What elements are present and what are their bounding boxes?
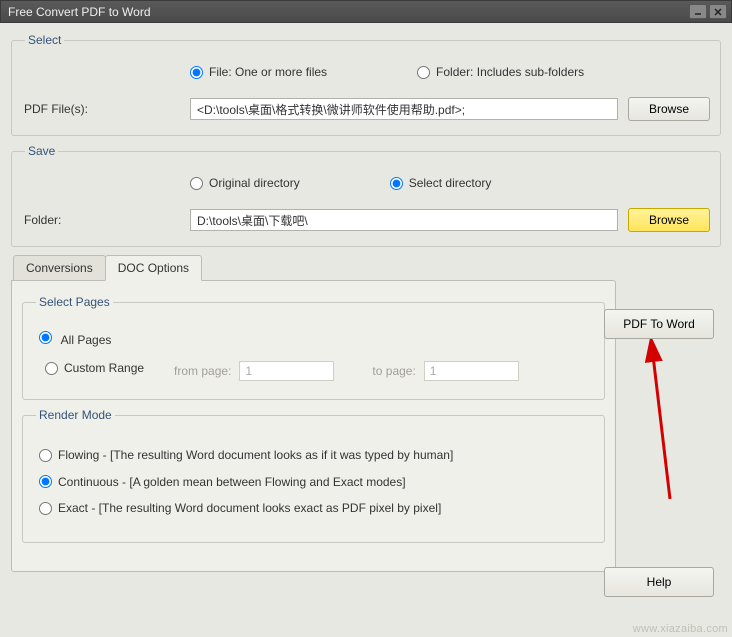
pdf-to-word-button[interactable]: PDF To Word (604, 309, 714, 339)
radio-exact[interactable]: Exact - [The resulting Word document loo… (39, 501, 441, 515)
titlebar: Free Convert PDF to Word (0, 0, 732, 23)
page-range-inputs: from page: to page: (174, 361, 519, 381)
browse-folder-button[interactable]: Browse (628, 208, 710, 232)
render-mode-legend: Render Mode (36, 408, 115, 422)
radio-original-input[interactable] (190, 177, 203, 190)
radio-file-input[interactable] (190, 66, 203, 79)
window-body: Select File: One or more files Folder: I… (0, 23, 732, 637)
browse-file-button[interactable]: Browse (628, 97, 710, 121)
radio-custom-range-label: Custom Range (64, 361, 144, 375)
radio-file-label: File: One or more files (209, 65, 327, 79)
minimize-button[interactable] (689, 4, 707, 19)
radio-continuous-label: Continuous - [A golden mean between Flow… (58, 475, 406, 489)
tab-doc-options[interactable]: DOC Options (105, 255, 202, 281)
radio-exact-label: Exact - [The resulting Word document loo… (58, 501, 441, 515)
folder-input[interactable] (190, 209, 618, 231)
pdf-file-label: PDF File(s): (22, 102, 190, 116)
pdf-file-row: PDF File(s): Browse (22, 97, 710, 121)
radio-all-pages-label: All Pages (61, 333, 112, 347)
help-button-wrap: Help (604, 567, 714, 597)
close-icon (713, 7, 723, 17)
radio-continuous-input[interactable] (39, 475, 52, 488)
radio-flowing-label: Flowing - [The resulting Word document l… (58, 448, 453, 462)
radio-original-label: Original directory (209, 176, 300, 190)
radio-file[interactable]: File: One or more files (190, 65, 327, 79)
tab-strip: Conversions DOC Options (11, 255, 721, 280)
render-mode-group: Render Mode Flowing - [The resulting Wor… (22, 408, 605, 543)
tab-conversions[interactable]: Conversions (13, 255, 106, 280)
close-button[interactable] (709, 4, 727, 19)
radio-all-pages-input[interactable] (39, 331, 52, 344)
radio-select-directory[interactable]: Select directory (390, 176, 492, 190)
to-page-input[interactable] (424, 361, 519, 381)
save-radio-row: Original directory Select directory (190, 176, 710, 190)
from-page-input[interactable] (239, 361, 334, 381)
annotation-arrow-icon (640, 339, 680, 509)
radio-all-pages[interactable]: All Pages (39, 331, 594, 347)
select-legend: Select (25, 33, 64, 47)
radio-continuous[interactable]: Continuous - [A golden mean between Flow… (39, 475, 406, 489)
radio-folder-input[interactable] (417, 66, 430, 79)
select-group: Select File: One or more files Folder: I… (11, 33, 721, 136)
radio-original-directory[interactable]: Original directory (190, 176, 300, 190)
watermark-text: www.xiazaiba.com (633, 623, 728, 635)
window-title: Free Convert PDF to Word (5, 5, 687, 19)
to-page-label: to page: (372, 364, 415, 378)
radio-exact-input[interactable] (39, 502, 52, 515)
save-group: Save Original directory Select directory… (11, 144, 721, 247)
pdf-file-input[interactable] (190, 98, 618, 120)
radio-select-label: Select directory (409, 176, 492, 190)
minimize-icon (693, 8, 703, 16)
folder-label: Folder: (22, 213, 190, 227)
save-legend: Save (25, 144, 58, 158)
from-page-label: from page: (174, 364, 231, 378)
select-pages-legend: Select Pages (36, 295, 113, 309)
right-column: PDF To Word (604, 309, 714, 339)
help-button[interactable]: Help (604, 567, 714, 597)
select-pages-group: Select Pages All Pages Custom Range from… (22, 295, 605, 400)
radio-flowing[interactable]: Flowing - [The resulting Word document l… (39, 448, 453, 462)
radio-folder-label: Folder: Includes sub-folders (436, 65, 584, 79)
radio-custom-range-input[interactable] (45, 362, 58, 375)
radio-custom-range[interactable]: Custom Range (45, 361, 144, 375)
folder-row: Folder: Browse (22, 208, 710, 232)
radio-flowing-input[interactable] (39, 449, 52, 462)
radio-folder[interactable]: Folder: Includes sub-folders (417, 65, 584, 79)
select-radio-row: File: One or more files Folder: Includes… (190, 65, 710, 79)
radio-select-input[interactable] (390, 177, 403, 190)
tab-body-doc-options: Select Pages All Pages Custom Range from… (11, 280, 616, 572)
